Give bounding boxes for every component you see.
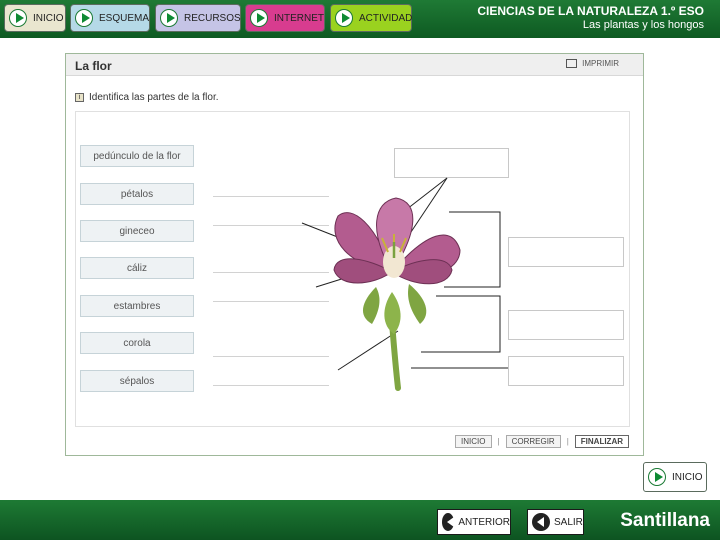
- info-icon: i: [75, 93, 84, 102]
- flower-illustration: [301, 177, 508, 391]
- brand-logo: Santillana: [620, 510, 710, 531]
- anterior-label: ANTERIOR: [458, 516, 510, 528]
- play-icon: [9, 9, 27, 27]
- nav-label: INTERNET: [274, 12, 324, 24]
- activity-title: La flor: [75, 59, 112, 73]
- anterior-button[interactable]: ANTERIOR: [437, 509, 511, 535]
- activity-panel: La flor IMPRIMIR i Identifica las partes…: [65, 53, 644, 456]
- top-bar: INICIO ESQUEMA RECURSOS INTERNET ACTIVID…: [0, 0, 720, 38]
- back-icon: [442, 513, 455, 531]
- nav-actividad-button[interactable]: ACTIVIDAD: [330, 4, 412, 32]
- play-icon: [250, 9, 268, 27]
- activity-actions: INICIO | CORREGIR | FINALIZAR: [449, 435, 629, 448]
- salir-button[interactable]: SALIR: [527, 509, 584, 535]
- finalizar-button[interactable]: FINALIZAR: [574, 435, 629, 448]
- instruction: i Identifica las partes de la flor.: [75, 92, 219, 103]
- inicio-button[interactable]: INICIO: [643, 462, 707, 492]
- play-icon: [75, 9, 93, 27]
- activity-header: La flor IMPRIMIR: [66, 54, 643, 76]
- play-icon: [160, 9, 178, 27]
- corregir-button[interactable]: CORREGIR: [505, 435, 561, 448]
- screen: INICIO ESQUEMA RECURSOS INTERNET ACTIVID…: [0, 0, 720, 540]
- nav-esquema-button[interactable]: ESQUEMA: [70, 4, 150, 32]
- course-subtitle: Las plantas y los hongos: [582, 19, 704, 31]
- nav-internet-button[interactable]: INTERNET: [245, 4, 325, 32]
- nav-label: RECURSOS: [184, 12, 241, 24]
- nav-label: ACTIVIDAD: [359, 12, 413, 24]
- print-button[interactable]: IMPRIMIR: [566, 59, 619, 68]
- play-icon: [648, 468, 666, 486]
- nav-inicio-button[interactable]: INICIO: [4, 4, 66, 32]
- back-icon: [532, 513, 550, 531]
- instruction-text: Identifica las partes de la flor.: [89, 92, 219, 103]
- print-icon: [566, 59, 578, 68]
- inicio-label: INICIO: [672, 471, 703, 483]
- play-icon: [335, 9, 353, 27]
- print-label: IMPRIMIR: [582, 59, 619, 68]
- nav-label: INICIO: [33, 12, 64, 24]
- salir-label: SALIR: [554, 516, 583, 528]
- exercise-area: pedúnculo de la flor pétalos gineceo cál…: [75, 111, 630, 427]
- bottom-bar: ANTERIOR SALIR Santillana: [0, 500, 720, 540]
- course-title: CIENCIAS DE LA NATURALEZA 1.º ESO: [477, 4, 704, 18]
- nav-label: ESQUEMA: [99, 12, 150, 24]
- nav-recursos-button[interactable]: RECURSOS: [155, 4, 241, 32]
- reset-button[interactable]: INICIO: [455, 435, 492, 448]
